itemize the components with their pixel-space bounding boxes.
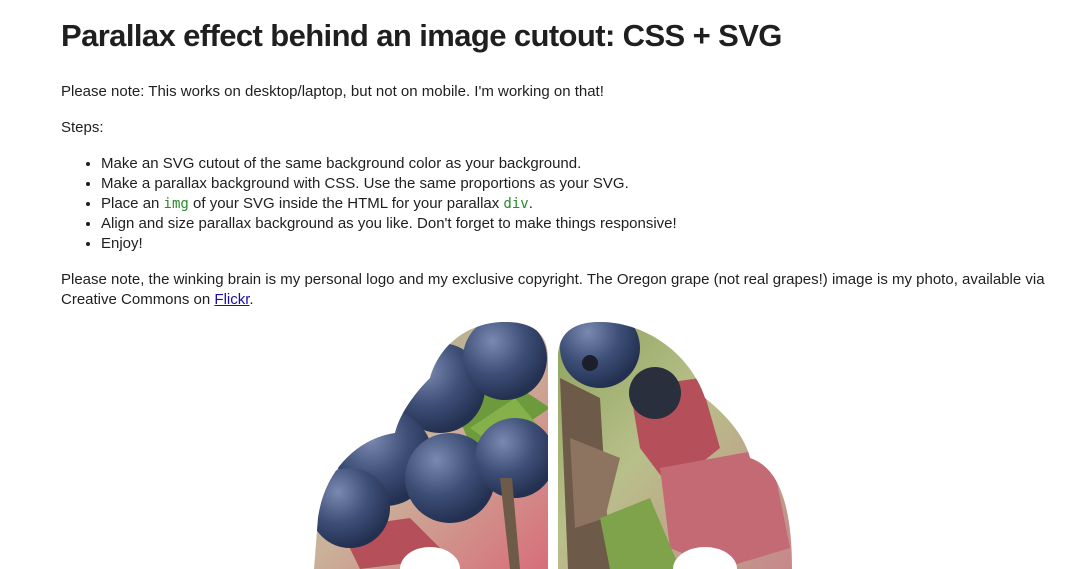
copyright-end: .	[249, 291, 254, 308]
step-text: .	[528, 195, 533, 212]
page-title: Parallax effect behind an image cutout: …	[61, 18, 782, 53]
step-text: of your SVG inside the HTML for your par…	[188, 195, 504, 212]
right-brain-half	[558, 322, 792, 569]
copyright-text: Please note, the winking brain is my per…	[61, 271, 1045, 308]
steps-label: Steps:	[61, 119, 104, 136]
left-brain-half	[314, 322, 548, 569]
brain-cutout-image	[314, 318, 792, 569]
steps-list: Make an SVG cutout of the same backgroun…	[61, 154, 1051, 254]
step-text: Place an	[101, 195, 164, 212]
brain-divider	[549, 318, 557, 569]
mobile-note: Please note: This works on desktop/lapto…	[61, 83, 604, 100]
code-img: img	[163, 196, 189, 212]
copyright-note: Please note, the winking brain is my per…	[61, 270, 1051, 310]
step-item: Align and size parallax background as yo…	[101, 214, 1051, 234]
step-item: Make a parallax background with CSS. Use…	[101, 174, 1051, 194]
flickr-link[interactable]: Flickr	[214, 291, 249, 308]
step-item: Make an SVG cutout of the same backgroun…	[101, 154, 1051, 174]
article: Parallax effect behind an image cutout: …	[61, 0, 1051, 310]
step-item: Place an img of your SVG inside the HTML…	[101, 194, 1051, 214]
parallax-brain-cutout	[300, 318, 800, 569]
code-div: div	[503, 196, 529, 212]
step-item: Enjoy!	[101, 234, 1051, 254]
